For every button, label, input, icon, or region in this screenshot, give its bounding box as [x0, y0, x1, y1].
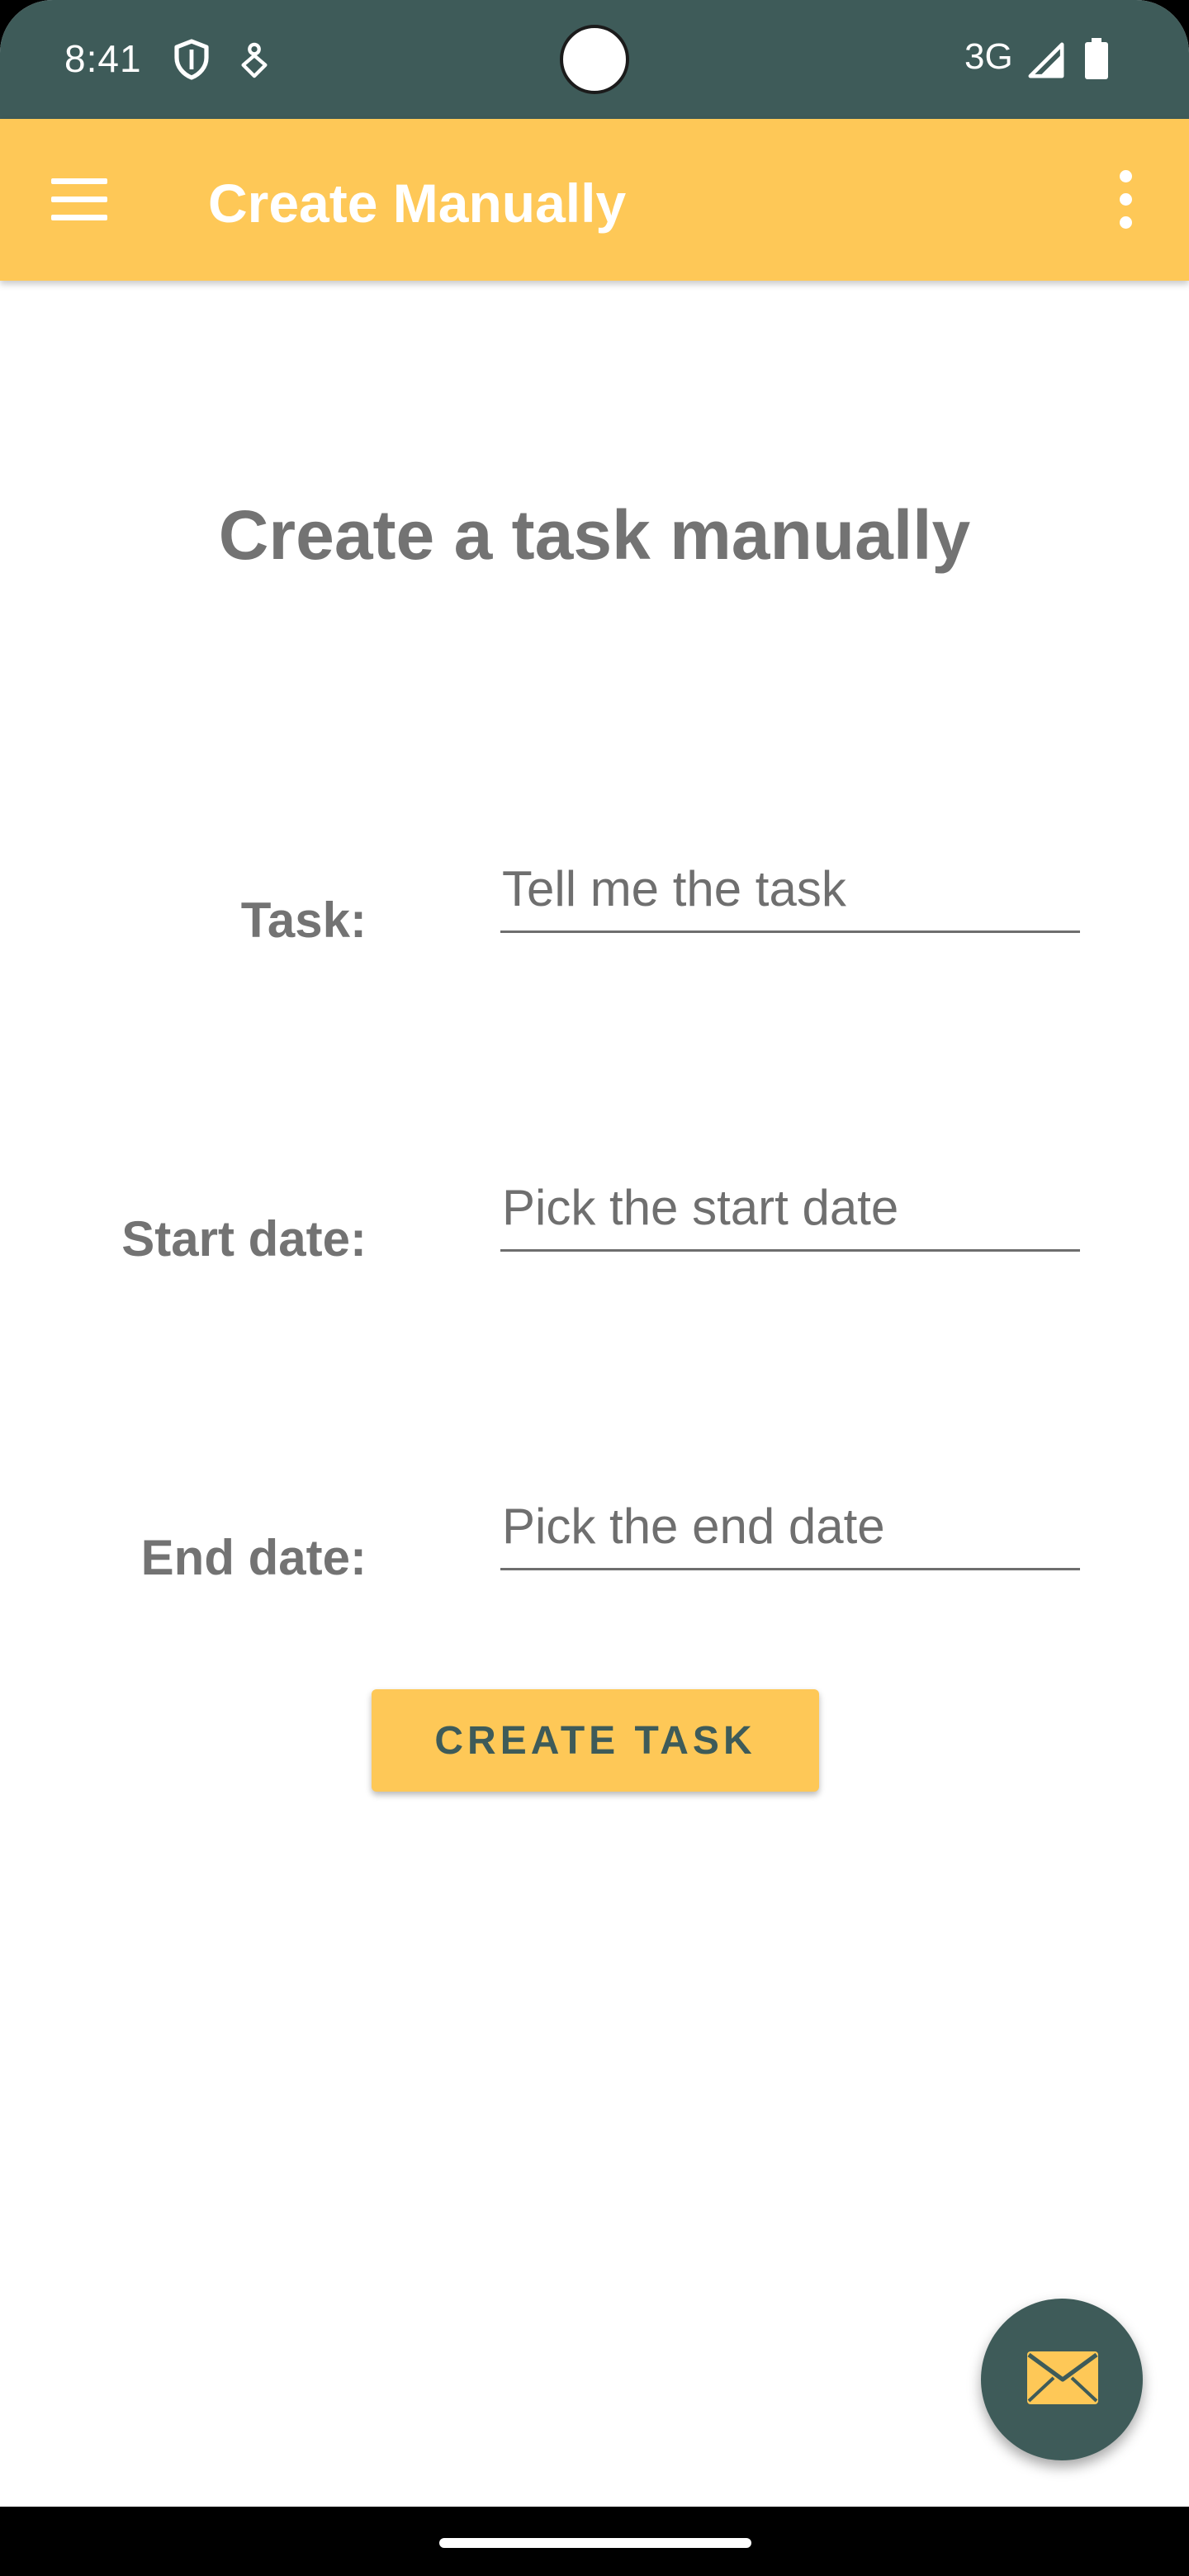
shield-icon [174, 39, 209, 80]
signal-icon [1028, 42, 1064, 78]
task-label: Task: [240, 893, 367, 948]
start-date-input[interactable] [500, 1177, 1080, 1252]
navigation-icon [241, 42, 268, 78]
home-gesture-handle[interactable] [439, 2538, 751, 2548]
more-vert-icon[interactable] [1111, 170, 1141, 230]
app-screen: 8:41 3G Create Manually Create a task ma… [0, 0, 1189, 2576]
page-heading: Create a task manually [218, 496, 971, 574]
status-time: 8:41 [64, 37, 142, 80]
end-date-input[interactable] [500, 1496, 1080, 1570]
start-date-label: Start date: [121, 1211, 367, 1267]
app-bar-title: Create Manually [208, 173, 627, 234]
system-navigation-bar [0, 2507, 1189, 2576]
task-input[interactable] [500, 859, 1080, 933]
app-bar: Create Manually [0, 119, 1189, 281]
mail-icon [1027, 2351, 1098, 2404]
end-date-label: End date: [140, 1530, 367, 1585]
status-bar: 8:41 3G [0, 0, 1189, 119]
network-type: 3G [964, 36, 1013, 77]
create-task-button[interactable]: CREATE TASK [372, 1689, 819, 1792]
hamburger-menu-icon[interactable] [51, 178, 107, 221]
mail-fab-button[interactable] [981, 2299, 1143, 2460]
camera-cutout [560, 25, 629, 94]
battery-icon [1085, 38, 1108, 79]
